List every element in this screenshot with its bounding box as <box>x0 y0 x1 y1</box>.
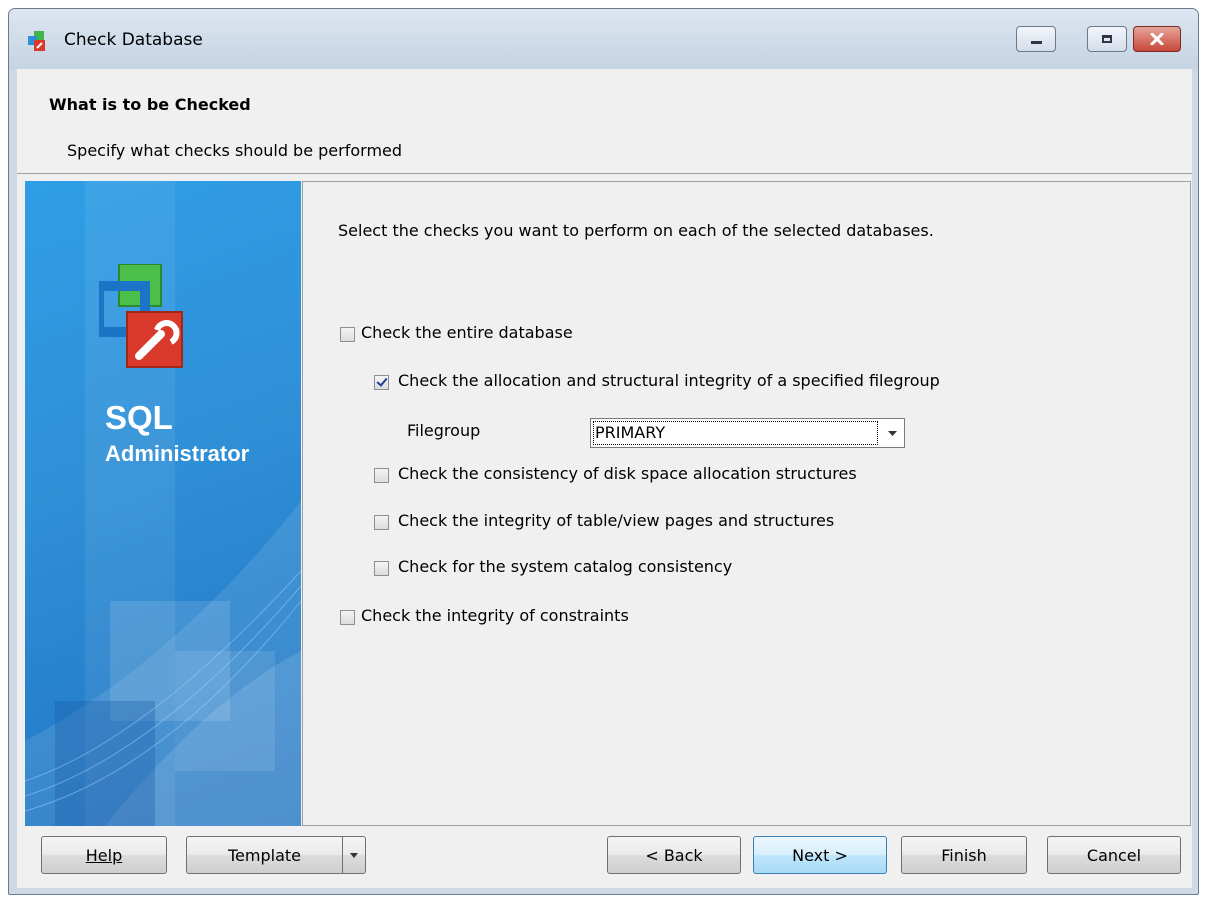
table-view-integrity-checkbox[interactable] <box>374 515 389 530</box>
check-database-window: Check Database What is to be Checked Spe… <box>8 8 1199 895</box>
maximize-icon <box>1102 35 1112 43</box>
system-catalog-label[interactable]: Check for the system catalog consistency <box>398 557 732 576</box>
window-title: Check Database <box>64 30 203 50</box>
template-button[interactable]: Template <box>186 836 343 874</box>
product-name-line1: SQL <box>105 399 173 436</box>
back-button[interactable]: < Back <box>607 836 741 874</box>
minimize-button[interactable] <box>1016 26 1056 52</box>
cancel-button[interactable]: Cancel <box>1047 836 1181 874</box>
instruction-text: Select the checks you want to perform on… <box>338 221 934 240</box>
finish-button[interactable]: Finish <box>901 836 1027 874</box>
dropdown-arrow-icon[interactable] <box>880 419 904 447</box>
template-button-label: Template <box>227 845 301 865</box>
close-button[interactable] <box>1133 26 1181 52</box>
step-subtitle: Specify what checks should be performed <box>67 141 403 160</box>
close-icon <box>1150 33 1164 45</box>
help-button[interactable]: Help <box>41 836 167 874</box>
filegroup-label: Filegroup <box>407 421 481 440</box>
allocation-integrity-checkbox[interactable] <box>374 375 389 390</box>
entire-database-checkbox[interactable] <box>340 327 355 342</box>
step-title: What is to be Checked <box>49 95 251 114</box>
constraints-integrity-checkbox[interactable] <box>340 610 355 625</box>
finish-button-label: Finish <box>941 845 987 865</box>
filegroup-select[interactable]: PRIMARY <box>590 418 905 448</box>
disk-space-label[interactable]: Check the consistency of disk space allo… <box>398 464 857 483</box>
wizard-header: What is to be Checked Specify what check… <box>17 69 1192 174</box>
back-button-label: < Back <box>645 845 703 865</box>
wizard-sidebar-banner: SQL Administrator <box>25 181 301 826</box>
system-catalog-checkbox[interactable] <box>374 561 389 576</box>
next-button-label: Next > <box>792 845 848 865</box>
allocation-integrity-label[interactable]: Check the allocation and structural inte… <box>398 371 940 390</box>
constraints-integrity-label[interactable]: Check the integrity of constraints <box>361 606 629 625</box>
title-bar[interactable]: Check Database <box>9 9 1198 69</box>
chevron-down-icon <box>350 852 358 858</box>
sql-administrator-logo-icon <box>99 264 183 368</box>
maximize-button[interactable] <box>1087 26 1127 52</box>
product-name-line2: Administrator <box>105 441 250 466</box>
app-icon <box>28 31 45 51</box>
next-button[interactable]: Next > <box>753 836 887 874</box>
disk-space-checkbox[interactable] <box>374 468 389 483</box>
minimize-icon <box>1030 40 1042 44</box>
table-view-integrity-label[interactable]: Check the integrity of table/view pages … <box>398 511 834 530</box>
cancel-button-label: Cancel <box>1086 845 1142 865</box>
entire-database-label[interactable]: Check the entire database <box>361 323 573 342</box>
filegroup-value: PRIMARY <box>593 421 878 445</box>
template-dropdown-button[interactable] <box>342 836 366 874</box>
checks-panel: Select the checks you want to perform on… <box>302 181 1191 826</box>
wizard-client-area: What is to be Checked Specify what check… <box>17 69 1192 888</box>
help-button-label: Help <box>85 845 123 865</box>
